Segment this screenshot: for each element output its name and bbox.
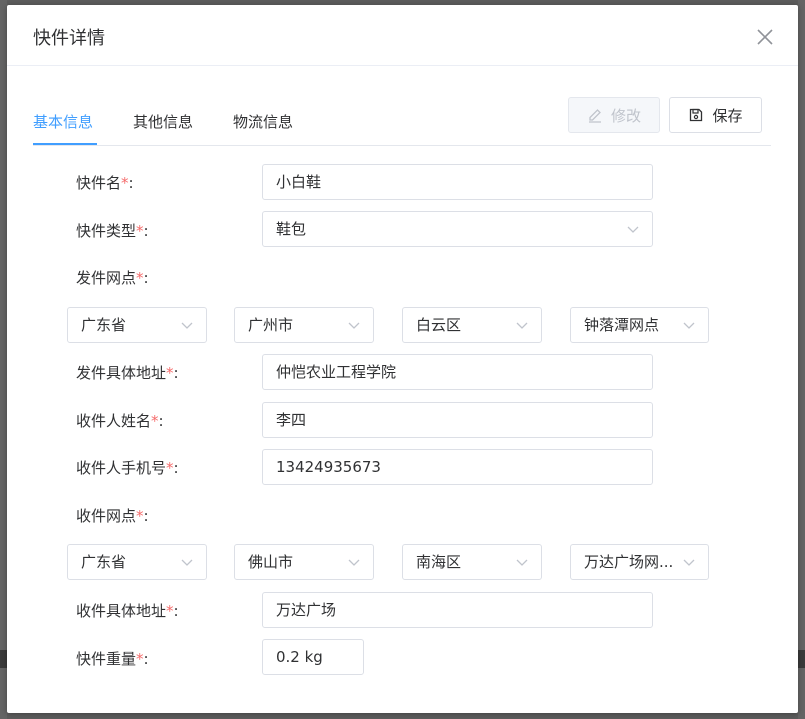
send-address-value: 仲恺农业工程学院 [276,363,397,381]
type-label: 快件类型*: [76,222,149,240]
tab-label: 其他信息 [133,113,194,131]
send-district-select[interactable]: 白云区 [402,307,542,343]
chevron-down-icon [181,322,193,329]
send-province-select[interactable]: 广东省 [67,307,207,343]
name-input[interactable]: 小白鞋 [262,164,653,200]
pencil-icon [588,109,601,123]
receive-district-select[interactable]: 南海区 [402,544,542,580]
receive-address-input[interactable]: 万达广场 [262,592,653,628]
receive-address-value: 万达广场 [276,601,337,619]
tab-basic-info[interactable]: 基本信息 [33,111,97,145]
tab-label: 物流信息 [233,113,294,131]
chevron-down-icon [683,322,695,329]
save-label: 保存 [712,106,743,125]
chevron-down-icon [516,322,528,329]
dialog-header: 快件详情 [7,5,798,66]
backdrop-strip-right [798,650,805,668]
receive-address-label: 收件具体地址*: [76,602,179,620]
tab-other-info[interactable]: 其他信息 [133,111,193,143]
receive-province-select[interactable]: 广东省 [67,544,207,580]
chevron-down-icon [181,559,193,566]
send-address-label: 发件具体地址*: [76,364,179,382]
weight-input[interactable]: 0.2 kg [262,639,364,675]
send-address-input[interactable]: 仲恺农业工程学院 [262,354,653,390]
tab-active-indicator [33,143,97,145]
tab-logistics-info[interactable]: 物流信息 [233,111,293,143]
express-detail-dialog: 快件详情 基本信息 其他信息 物流信息 修改 保存 快件名*: 小白鞋 快件类型… [7,5,798,713]
chevron-down-icon [627,226,639,233]
receive-city-select[interactable]: 佛山市 [234,544,374,580]
backdrop-edge-left [0,0,7,719]
weight-label: 快件重量*: [76,650,149,668]
receiver-name-label: 收件人姓名*: [76,412,164,430]
backdrop-edge-right [798,0,805,719]
save-button[interactable]: 保存 [669,97,762,133]
receiver-phone-value: 13424935673 [276,458,381,476]
receiver-phone-input[interactable]: 13424935673 [262,449,653,485]
close-button[interactable] [754,26,776,48]
type-value: 鞋包 [276,220,307,238]
send-city-select[interactable]: 广州市 [234,307,374,343]
name-value: 小白鞋 [276,173,322,191]
dialog-title: 快件详情 [33,28,105,49]
close-icon [757,29,773,45]
weight-value: 0.2 kg [276,648,323,666]
send-point-label: 发件网点*: [76,269,149,287]
type-select[interactable]: 鞋包 [262,211,653,247]
receive-point-label: 收件网点*: [76,507,149,525]
tab-bar: 基本信息 其他信息 物流信息 [33,97,771,146]
receiver-phone-label: 收件人手机号*: [76,459,179,477]
save-icon [690,108,703,122]
receiver-name-input[interactable]: 李四 [262,402,653,438]
backdrop-strip-left [0,650,7,668]
send-point-select[interactable]: 钟落潭网点 [570,307,709,343]
chevron-down-icon [348,559,360,566]
chevron-down-icon [516,559,528,566]
receive-point-select[interactable]: 万达广场网... [570,544,709,580]
edit-button[interactable]: 修改 [568,97,660,133]
name-label: 快件名*: [76,174,134,192]
edit-label: 修改 [610,106,641,125]
receiver-name-value: 李四 [276,411,307,429]
chevron-down-icon [348,322,360,329]
chevron-down-icon [683,559,695,566]
tab-label: 基本信息 [33,113,94,131]
